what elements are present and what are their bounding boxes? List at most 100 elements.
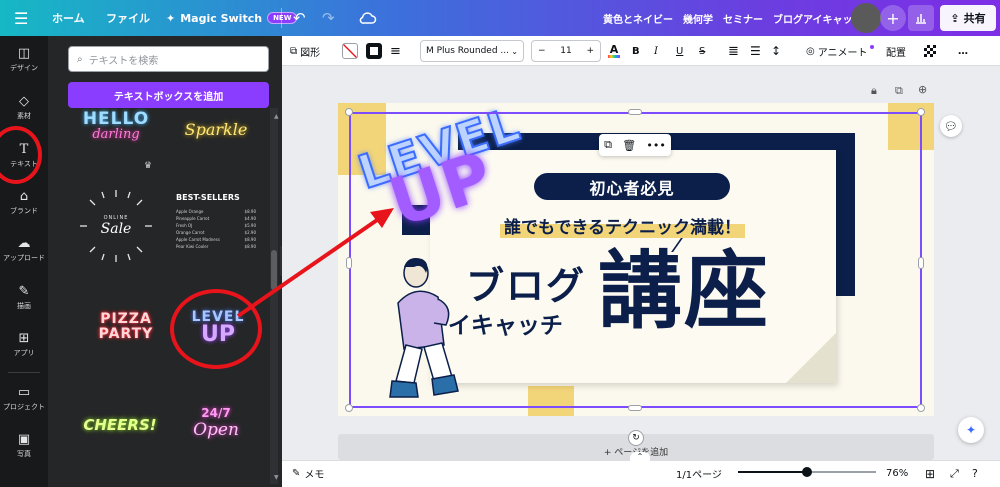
home-button[interactable]: ホーム [52,0,85,36]
search-icon: ⌕ [77,53,83,65]
magic-switch-button[interactable]: ✦ Magic Switch NEW [166,0,298,36]
resize-handle[interactable] [345,404,353,412]
resize-handle[interactable] [918,257,924,269]
sidebar-item-brand[interactable]: ⌂ ブランド [0,189,48,216]
notes-button[interactable]: ✎ メモ [292,460,324,487]
help-icon[interactable]: ? [972,460,978,487]
menu-icon[interactable]: ☰ [14,0,28,36]
document-title[interactable]: 黄色とネイビー 幾何学 セミナー ブログアイキャッチ [603,0,863,36]
sparkle-icon: ✦ [166,11,176,25]
more-icon[interactable]: ••• [646,139,665,152]
text-preset-cheers[interactable]: CHEERS! [70,405,170,445]
person-illustration [389,258,459,398]
resize-handle[interactable] [917,108,925,116]
text-preset-online-sale[interactable]: ONLINE Sale [66,186,166,266]
darling-text: darling [92,126,140,142]
sidebar-item-projects[interactable]: ▭ プロジェクト [0,385,48,412]
beginner-pill[interactable]: 初心者必見 [534,173,730,200]
resize-handle[interactable] [346,257,352,269]
fill-color-button[interactable] [342,36,358,66]
sidebar-item-upload[interactable]: ☁ アップロード [0,236,48,263]
photo-icon: ▣ [17,432,31,447]
best-sellers-list: Apple Orange $8.90 Pineapple Carrot $4.90 Fr… [176,208,256,250]
zoom-level[interactable]: 76% [886,460,908,487]
text-preset-best-sellers[interactable]: BEST-SELLERS Apple Orange $8.90 Pineapple … [172,193,256,263]
font-size-increase[interactable]: + [586,46,594,56]
sidebar-item-design[interactable]: ◫ デザイン [0,46,48,73]
tagline[interactable]: 誰でもできるテクニック満載！ [500,211,745,239]
font-size-decrease[interactable]: − [538,46,546,56]
font-size-stepper[interactable]: − 11 + [531,40,601,62]
magic-switch-label: Magic Switch [180,11,263,25]
font-size-value[interactable]: 11 [560,46,571,56]
best-sellers-row: Fresh OJ $5.90 [176,222,256,229]
upload-icon: ☁ [17,236,31,251]
magic-assistant-icon[interactable]: ✦ [958,417,984,443]
best-sellers-row: Pear Kiwi Cooler $8.90 [176,243,256,250]
page-indicator[interactable]: 1/1ページ [676,460,722,487]
animate-button[interactable]: ◎ アニメート [806,36,874,66]
list-icon[interactable]: ☰ [750,36,761,66]
animate-icon: ◎ [806,45,815,57]
underline-icon[interactable]: U [676,36,683,66]
shapes-button[interactable]: ⧉ 図形 [290,36,320,66]
text-preset-sparkle[interactable]: Sparkle [166,110,266,148]
avatar[interactable] [851,3,881,33]
text-preset-hello-darling[interactable]: HELLO darling [66,105,166,147]
zoom-slider-fill [738,471,806,473]
share-button[interactable]: ⇪ 共有 [940,5,996,31]
chevron-up-icon[interactable]: ⌃ [630,452,650,462]
best-sellers-item: Fresh OJ [176,223,193,228]
italic-icon[interactable]: I [654,36,658,66]
add-page-icon[interactable]: ⊕ [918,83,927,96]
strikethrough-icon[interactable]: S [699,36,705,66]
align-center-icon[interactable]: ≣ [728,36,739,66]
bold-icon[interactable]: B [632,36,640,66]
position-button[interactable]: 配置 [886,36,906,66]
scroll-down-icon[interactable]: ▼ [274,474,279,481]
trash-icon[interactable]: 🗑︎ [622,139,636,152]
sidebar-item-apps[interactable]: ⊞ アプリ [0,331,48,358]
lock-icon[interactable]: 🔒︎ [871,84,877,98]
font-family-select[interactable]: M Plus Rounded ... ⌄ [420,40,524,62]
new-dot [869,45,874,49]
file-menu[interactable]: ファイル [106,0,150,36]
sidebar-item-elements[interactable]: ◇ 素材 [0,94,48,121]
border-color-button[interactable] [366,36,382,66]
text-color-button[interactable]: A [608,36,620,66]
resize-handle[interactable] [917,404,925,412]
blog-title[interactable]: ブログ [466,255,586,310]
cloud-saved-icon[interactable] [359,0,377,36]
sidebar-item-photos[interactable]: ▣ 写真 [0,432,48,459]
duplicate-page-icon[interactable]: ⧉ [895,84,903,98]
scroll-up-icon[interactable]: ▲ [274,113,279,120]
resize-handle[interactable] [345,108,353,116]
add-collaborator-icon[interactable]: + [880,5,906,31]
comment-icon[interactable]: 💬︎ [940,115,962,137]
grid-view-icon[interactable]: ⊞ [925,460,935,487]
resize-handle[interactable] [628,405,642,411]
sidebar-item-draw[interactable]: ✎ 描画 [0,284,48,311]
spacing-icon[interactable]: ↕ [771,36,781,66]
beginner-text: 初心者必見 [589,178,675,198]
insights-icon[interactable] [908,5,934,31]
undo-icon[interactable]: ↶ [293,0,306,36]
element-context-toolbar: ⧉ 🗑︎ ••• [599,134,671,156]
search-input[interactable]: ⌕ テキストを検索 [68,46,269,72]
panel-scrollbar[interactable] [270,108,278,484]
transparency-icon[interactable] [924,36,936,66]
lecture-title[interactable]: 講座 [598,241,770,341]
share-icon: ⇪ [950,11,960,25]
copy-icon[interactable]: ⧉ [604,138,612,152]
border-style-icon[interactable]: ≡ [390,36,401,66]
more-options-button[interactable]: … [958,36,968,66]
text-preset-open-247[interactable]: 24/7 Open [166,402,266,448]
text-preset-pizza-party[interactable]: PIZZA PARTY [76,305,176,349]
zoom-slider-knob[interactable] [802,467,812,477]
scrollbar-thumb[interactable] [271,250,277,290]
resize-handle[interactable] [628,109,642,115]
redo-icon[interactable]: ↷ [322,0,335,36]
rotate-icon[interactable]: ↻ [628,430,644,446]
fullscreen-icon[interactable]: ⤢ [950,460,959,487]
best-sellers-price: $2.90 [244,230,256,235]
